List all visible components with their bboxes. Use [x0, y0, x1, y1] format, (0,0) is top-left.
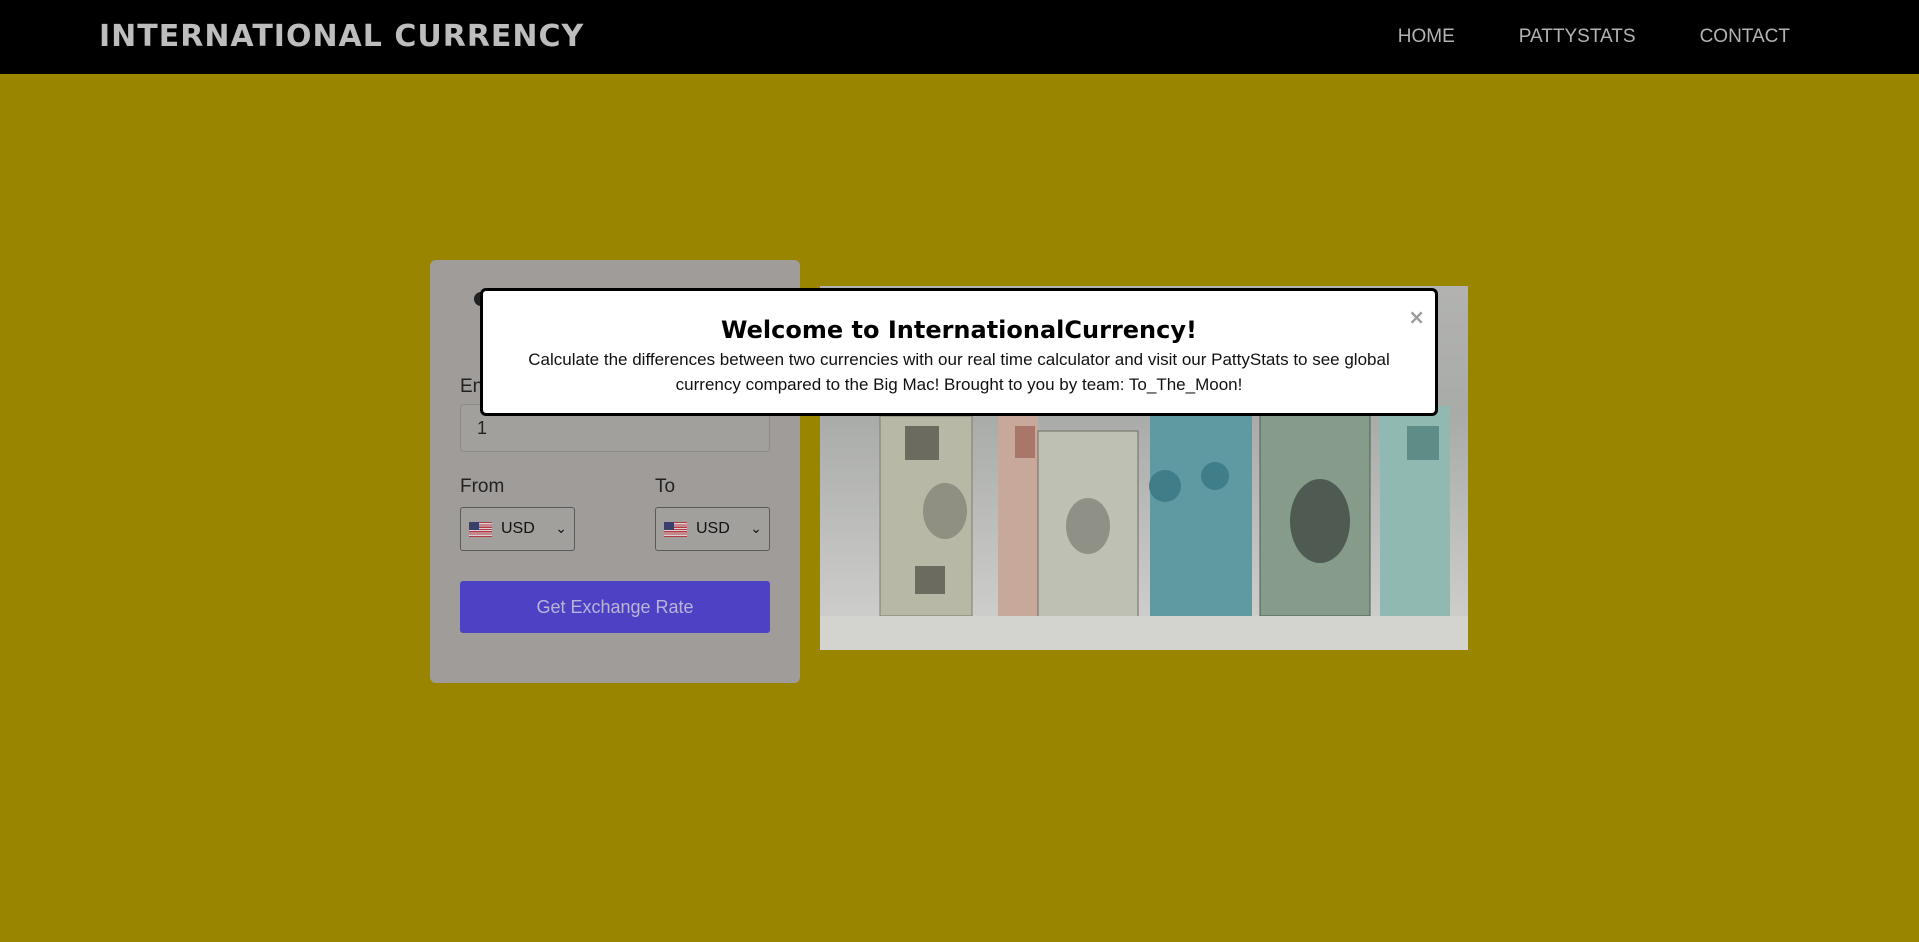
welcome-modal: × Welcome to InternationalCurrency! Calc…	[480, 288, 1438, 416]
us-flag-icon	[664, 521, 687, 537]
portrait-oval	[923, 483, 967, 539]
from-label: From	[460, 476, 505, 497]
chevron-down-icon: ⌄	[555, 521, 567, 537]
top-navbar: INTERNATIONAL CURRENCY HOME PATTYSTATS C…	[0, 0, 1919, 74]
euro-20-mark	[1201, 462, 1229, 490]
portrait-oval	[1066, 498, 1110, 554]
portrait-oval	[1290, 479, 1350, 563]
nav-link-pattystats[interactable]: PATTYSTATS	[1519, 24, 1636, 50]
to-currency-select[interactable]: USD ⌄	[655, 507, 770, 551]
pound-10-mark	[1015, 426, 1035, 458]
dollar-10-mark	[905, 426, 939, 460]
chevron-down-icon: ⌄	[750, 521, 762, 537]
table-surface	[820, 616, 1468, 650]
nav-links: HOME PATTYSTATS CONTACT	[1398, 24, 1790, 50]
to-label: To	[655, 476, 676, 497]
dollar-10-mark	[915, 566, 945, 594]
euro-20-mark	[1149, 470, 1181, 502]
modal-body-text: Calculate the differences between two cu…	[528, 350, 1390, 394]
brand-logo-text[interactable]: INTERNATIONAL CURRENCY	[99, 17, 584, 57]
us-flag-icon	[469, 521, 492, 537]
to-currency-value: USD	[696, 520, 730, 537]
modal-title: Welcome to InternationalCurrency!	[721, 316, 1197, 344]
nav-link-contact[interactable]: CONTACT	[1700, 24, 1790, 50]
pound-5-mark	[1407, 426, 1439, 460]
from-currency-select[interactable]: USD ⌄	[460, 507, 575, 551]
get-exchange-rate-button[interactable]: Get Exchange Rate	[460, 581, 770, 633]
bill-roll-euro-20	[1150, 406, 1252, 616]
from-currency-value: USD	[501, 520, 535, 537]
nav-link-home[interactable]: HOME	[1398, 24, 1455, 50]
